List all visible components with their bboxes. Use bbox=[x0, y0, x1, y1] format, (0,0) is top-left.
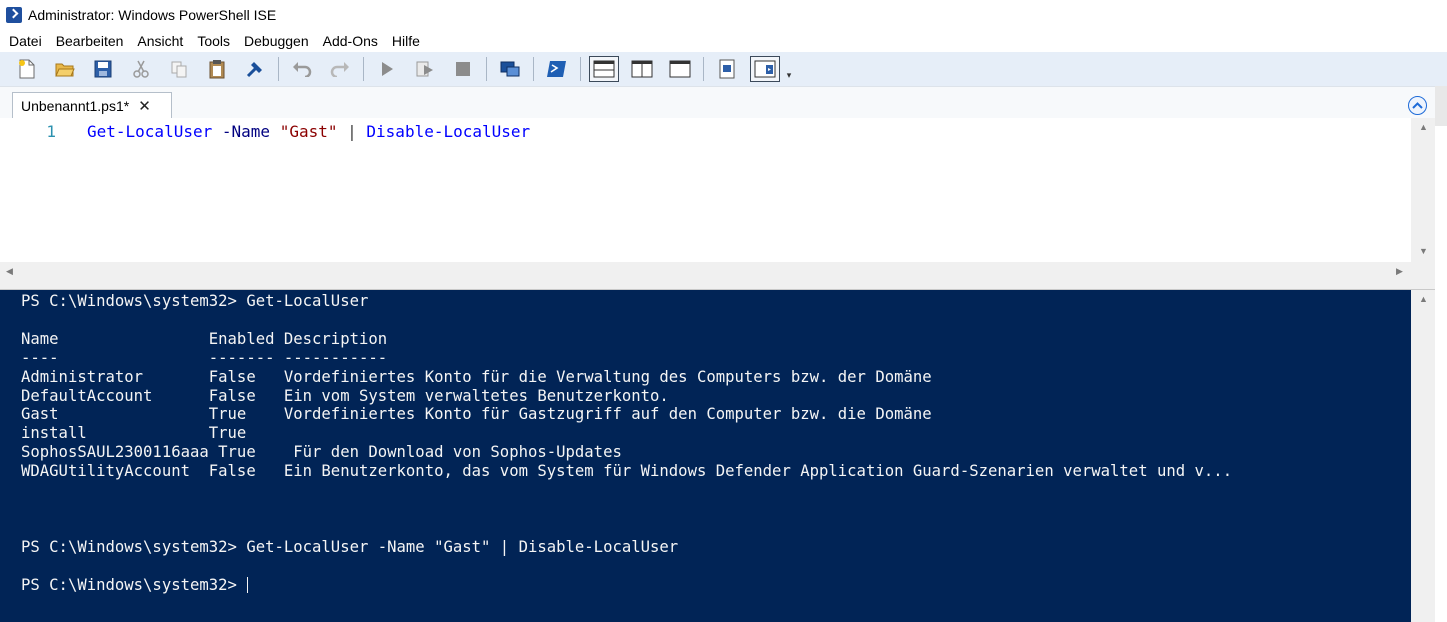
start-powershell-icon[interactable] bbox=[545, 57, 569, 81]
paste-icon[interactable] bbox=[205, 57, 229, 81]
console-table-row: DefaultAccount False Ein vom System verw… bbox=[21, 386, 669, 405]
run-selection-icon[interactable] bbox=[413, 57, 437, 81]
menu-datei[interactable]: Datei bbox=[2, 30, 49, 52]
console-vertical-scrollbar[interactable]: ▲ bbox=[1411, 290, 1435, 622]
console-table-header: Name Enabled Description bbox=[21, 329, 388, 348]
toolbar-overflow-icon[interactable]: ▾ bbox=[784, 57, 794, 81]
toolbar: ▾ bbox=[0, 52, 1447, 86]
window-title: Administrator: Windows PowerShell ISE bbox=[28, 7, 277, 23]
window-scrollbar-track bbox=[1435, 86, 1447, 126]
chevron-up-icon bbox=[1412, 101, 1423, 109]
open-folder-icon[interactable] bbox=[53, 57, 77, 81]
console-table-row: install True bbox=[21, 424, 247, 443]
scroll-up-icon[interactable]: ▲ bbox=[1419, 122, 1428, 132]
copy-icon[interactable] bbox=[167, 57, 191, 81]
show-script-pane-top-icon[interactable] bbox=[589, 56, 619, 82]
menu-bearbeiten[interactable]: Bearbeiten bbox=[49, 30, 131, 52]
script-editor[interactable]: 1 Get-LocalUser -Name "Gast" | Disable-L… bbox=[0, 118, 1435, 262]
line-number: 1 bbox=[46, 122, 56, 141]
menu-ansicht[interactable]: Ansicht bbox=[130, 30, 190, 52]
script-tab-strip: Unbenannt1.ps1* ✕ bbox=[0, 86, 1447, 119]
text-cursor bbox=[247, 576, 249, 593]
console-input-prompt[interactable]: PS C:\Windows\system32> bbox=[21, 576, 246, 594]
toolbar-separator bbox=[703, 57, 704, 81]
tab-label: Unbenannt1.ps1* bbox=[21, 98, 130, 114]
menu-tools[interactable]: Tools bbox=[190, 30, 237, 52]
scroll-down-icon[interactable]: ▼ bbox=[1419, 246, 1428, 256]
remote-powershell-icon[interactable] bbox=[498, 57, 522, 81]
toolbar-separator bbox=[580, 57, 581, 81]
token-cmdlet: Disable-LocalUser bbox=[366, 122, 531, 141]
pane-splitter[interactable] bbox=[0, 282, 1447, 290]
token-parameter: -Name bbox=[221, 122, 271, 141]
toolbar-separator bbox=[486, 57, 487, 81]
show-script-pane-right-icon[interactable] bbox=[630, 57, 654, 81]
scroll-left-icon[interactable]: ◀ bbox=[6, 266, 13, 277]
powershell-app-icon bbox=[6, 7, 22, 23]
stop-icon[interactable] bbox=[451, 57, 475, 81]
menu-debuggen[interactable]: Debuggen bbox=[237, 30, 316, 52]
console-output: PS C:\Windows\system32> Get-LocalUser Na… bbox=[21, 292, 1232, 594]
show-command-addon-icon[interactable] bbox=[750, 56, 780, 82]
redo-icon[interactable] bbox=[328, 57, 352, 81]
menu-bar: Datei Bearbeiten Ansicht Tools Debuggen … bbox=[0, 30, 1447, 52]
run-script-icon[interactable] bbox=[375, 57, 399, 81]
scrollbar-corner bbox=[1411, 262, 1435, 282]
console-pane[interactable]: PS C:\Windows\system32> Get-LocalUser Na… bbox=[0, 290, 1411, 622]
toolbar-separator bbox=[363, 57, 364, 81]
menu-hilfe[interactable]: Hilfe bbox=[385, 30, 427, 52]
undo-icon[interactable] bbox=[290, 57, 314, 81]
title-bar: Administrator: Windows PowerShell ISE bbox=[0, 0, 1447, 30]
token-string: "Gast" bbox=[279, 122, 338, 141]
editor-horizontal-scrollbar[interactable]: ◀ ▶ bbox=[0, 262, 1411, 282]
show-script-pane-maximized-icon[interactable] bbox=[668, 57, 692, 81]
token-pipe: | bbox=[347, 122, 357, 141]
editor-line: 1 Get-LocalUser -Name "Gast" | Disable-L… bbox=[0, 122, 530, 142]
token-cmdlet: Get-LocalUser bbox=[87, 122, 213, 141]
new-file-icon[interactable] bbox=[15, 57, 39, 81]
console-table-row: WDAGUtilityAccount False Ein Benutzerkon… bbox=[21, 462, 1233, 481]
window-right-edge bbox=[1435, 126, 1447, 622]
console-table-row: SophosSAUL2300116aaa True Für den Downlo… bbox=[21, 443, 622, 462]
editor-code[interactable]: Get-LocalUser -Name "Gast" | Disable-Loc… bbox=[87, 122, 530, 142]
console-table-row: Administrator False Vordefiniertes Konto… bbox=[21, 367, 932, 386]
console-prompt-line: PS C:\Windows\system32> Get-LocalUser -N… bbox=[21, 537, 679, 556]
toolbar-separator bbox=[533, 57, 534, 81]
scroll-up-icon[interactable]: ▲ bbox=[1419, 294, 1428, 304]
scroll-right-icon[interactable]: ▶ bbox=[1396, 266, 1403, 277]
cut-icon[interactable] bbox=[129, 57, 153, 81]
editor-vertical-scrollbar[interactable]: ▲ ▼ bbox=[1411, 118, 1435, 262]
toolbar-separator bbox=[278, 57, 279, 81]
menu-add-ons[interactable]: Add-Ons bbox=[316, 30, 385, 52]
console-table-row: Gast True Vordefiniertes Konto für Gastz… bbox=[21, 405, 932, 424]
save-icon[interactable] bbox=[91, 57, 115, 81]
console-prompt-line: PS C:\Windows\system32> Get-LocalUser bbox=[21, 292, 369, 310]
close-tab-icon[interactable]: ✕ bbox=[138, 99, 151, 114]
show-command-window-icon[interactable] bbox=[715, 57, 739, 81]
clear-console-icon[interactable] bbox=[243, 57, 267, 81]
console-table-underline: ---- ------- ----------- bbox=[21, 348, 388, 367]
collapse-script-pane-button[interactable] bbox=[1408, 96, 1427, 115]
tab-unbenannt1[interactable]: Unbenannt1.ps1* ✕ bbox=[12, 92, 172, 119]
